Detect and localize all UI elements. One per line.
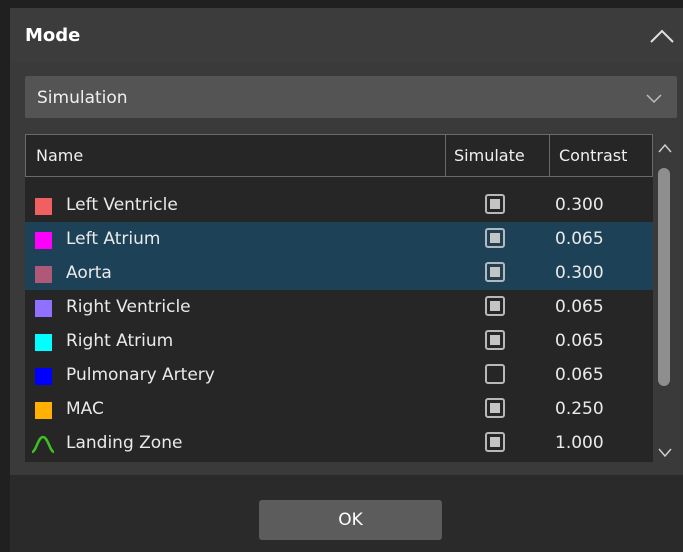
simulate-checkbox[interactable] [485,398,505,418]
table-row[interactable]: Landing Zone 1.000 [25,426,653,460]
panel-title: Mode [25,25,81,46]
simulate-checkbox[interactable] [485,262,505,282]
chevron-down-icon [646,94,662,104]
mode-dropdown-value: Simulation [37,88,128,108]
simulate-checkbox[interactable] [485,228,505,248]
contrast-value[interactable]: 0.300 [555,188,604,222]
table-row[interactable] [25,460,653,462]
simulate-checkbox[interactable] [485,364,505,384]
table-row[interactable]: Right Atrium 0.065 [25,324,653,358]
scroll-up-icon[interactable] [657,142,673,154]
structure-name: Pulmonary Artery [66,365,215,385]
color-swatch-icon[interactable] [35,232,52,249]
contrast-value[interactable]: 0.065 [555,358,604,392]
contrast-value[interactable]: 1.000 [555,426,604,460]
checkbox-check-icon [490,403,500,413]
table-row[interactable]: MAC 0.250 [25,392,653,426]
structure-name: Left Ventricle [66,195,178,215]
checkbox-check-icon [490,233,500,243]
simulate-checkbox[interactable] [485,432,505,452]
checkbox-check-icon [490,301,500,311]
color-swatch-icon[interactable] [35,266,52,283]
table-row[interactable]: Aorta 0.300 [25,256,653,290]
column-divider[interactable] [549,135,550,176]
simulate-checkbox[interactable] [485,330,505,350]
panel-header[interactable]: Mode [10,8,683,62]
column-header-contrast[interactable]: Contrast [559,135,627,176]
scrollbar-thumb[interactable] [658,168,670,386]
contrast-value[interactable]: 0.065 [555,324,604,358]
table-header: Name Simulate Contrast [25,134,653,177]
column-header-simulate[interactable]: Simulate [454,135,525,176]
simulate-checkbox[interactable] [485,296,505,316]
contrast-value[interactable]: 0.065 [555,222,604,256]
contrast-value[interactable]: 0.300 [555,256,604,290]
color-swatch-icon[interactable] [35,402,52,419]
contrast-value[interactable]: 0.250 [555,392,604,426]
vertical-scrollbar[interactable] [653,134,677,462]
mode-panel: Mode Simulation Name Simulate Contrast L… [10,8,683,552]
column-divider[interactable] [445,135,446,176]
structure-name: MAC [66,399,104,419]
dialog-footer: OK [10,475,683,552]
column-header-name[interactable]: Name [36,135,83,176]
simulate-checkbox[interactable] [485,194,505,214]
chevron-up-icon[interactable] [649,28,675,44]
color-swatch-icon[interactable] [35,334,52,351]
contrast-value[interactable]: 0.065 [555,290,604,324]
mode-dropdown[interactable]: Simulation [25,76,677,118]
scroll-down-icon[interactable] [657,446,673,458]
structure-name: Landing Zone [66,433,183,453]
structures-table: Name Simulate Contrast Left Ventricle 0.3… [25,134,653,462]
checkbox-check-icon [490,199,500,209]
ok-button[interactable]: OK [259,500,442,540]
checkbox-check-icon [490,335,500,345]
table-row[interactable]: Pulmonary Artery 0.065 [25,358,653,392]
table-row[interactable]: Left Ventricle 0.300 [25,188,653,222]
structure-name: Aorta [66,263,112,283]
structure-name: Left Atrium [66,229,161,249]
color-swatch-icon[interactable] [35,300,52,317]
checkbox-check-icon [490,437,500,447]
table-row[interactable]: Right Ventricle 0.065 [25,290,653,324]
structure-name: Right Ventricle [66,297,191,317]
structure-name: Right Atrium [66,331,174,351]
wave-icon [31,435,55,454]
table-row[interactable]: Left Atrium 0.065 [25,222,653,256]
color-swatch-icon[interactable] [35,198,52,215]
checkbox-check-icon [490,267,500,277]
color-swatch-icon[interactable] [35,368,52,385]
